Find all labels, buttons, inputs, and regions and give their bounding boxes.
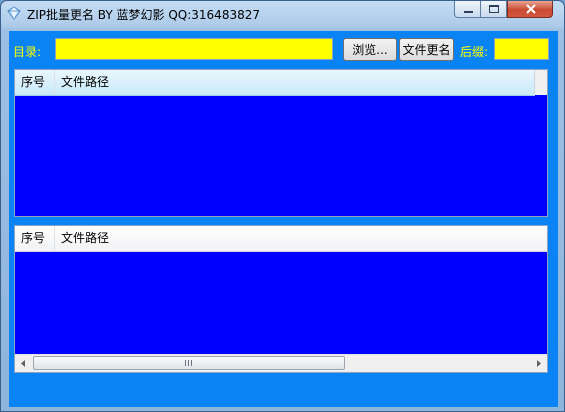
- list-header: 序号 文件路径: [15, 70, 535, 96]
- directory-label: 目录:: [13, 45, 42, 59]
- window-title: ZIP批量更名 BY 蓝梦幻影 QQ:316483827: [27, 8, 260, 22]
- maximize-icon: [489, 5, 499, 13]
- result-file-list[interactable]: 序号 文件路径: [14, 225, 548, 373]
- rename-files-button[interactable]: 文件更名: [399, 38, 454, 61]
- minimize-icon: [464, 11, 473, 13]
- scroll-right-arrow-icon[interactable]: [530, 355, 547, 372]
- close-icon: [526, 4, 536, 14]
- title-bar[interactable]: ZIP批量更名 BY 蓝梦幻影 QQ:316483827: [1, 1, 564, 27]
- minimize-button[interactable]: [454, 1, 481, 18]
- suffix-input[interactable]: [494, 38, 549, 60]
- directory-input[interactable]: [55, 38, 333, 60]
- column-header-index[interactable]: 序号: [15, 226, 55, 251]
- grip-icon: [185, 360, 192, 366]
- header-corner: [534, 70, 547, 95]
- scrollbar-thumb[interactable]: [33, 356, 345, 370]
- browse-button[interactable]: 浏览...: [343, 38, 397, 61]
- maximize-button[interactable]: [481, 1, 507, 18]
- column-header-index[interactable]: 序号: [15, 70, 55, 95]
- column-header-path[interactable]: 文件路径: [55, 226, 547, 251]
- suffix-label: 后缀:: [460, 45, 489, 59]
- gem-icon: [7, 6, 21, 20]
- client-area: 目录: 浏览... 文件更名 后缀: 序号 文件路径 序号 文件路径: [9, 31, 558, 407]
- app-window: ZIP批量更名 BY 蓝梦幻影 QQ:316483827 目录: 浏览... 文…: [0, 0, 565, 412]
- list-header: 序号 文件路径: [15, 226, 547, 252]
- scroll-left-arrow-icon[interactable]: [15, 355, 32, 372]
- close-button[interactable]: [507, 1, 553, 18]
- column-header-path[interactable]: 文件路径: [55, 70, 535, 95]
- source-file-list[interactable]: 序号 文件路径: [14, 69, 548, 217]
- horizontal-scrollbar[interactable]: [15, 354, 547, 372]
